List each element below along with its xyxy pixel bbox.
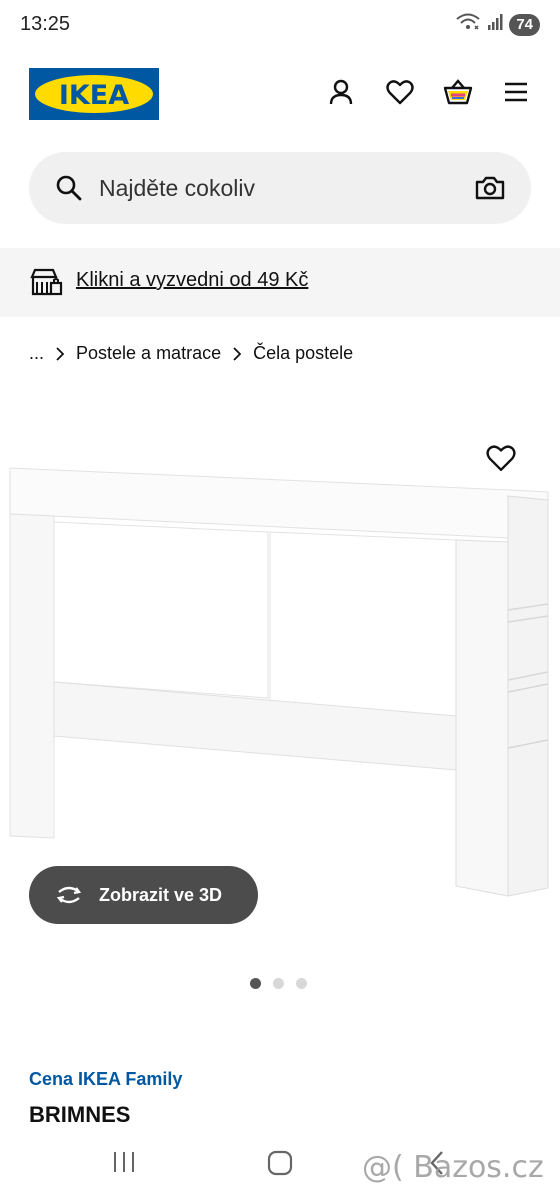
product-image[interactable]: [0, 440, 560, 910]
breadcrumb-ellipsis[interactable]: ...: [29, 343, 44, 364]
basket-icon[interactable]: [442, 76, 474, 108]
status-icons: 74: [455, 12, 540, 37]
search-bar[interactable]: [29, 152, 531, 224]
battery-badge: 74: [509, 13, 540, 36]
camera-icon[interactable]: [475, 175, 505, 206]
carousel-dot-1[interactable]: [250, 978, 261, 989]
ikea-logo[interactable]: IKEA: [29, 68, 159, 120]
rotate-3d-icon: [53, 884, 85, 906]
carousel-dot-3[interactable]: [296, 978, 307, 989]
store-pickup-icon: [29, 267, 63, 302]
product-name: BRIMNES: [29, 1102, 131, 1127]
breadcrumb-item-headboards[interactable]: Čela postele: [253, 343, 353, 364]
wifi-icon: [455, 12, 481, 37]
menu-icon[interactable]: [500, 76, 532, 108]
watermark: @( Bazos.cz: [362, 1150, 544, 1185]
search-icon[interactable]: [55, 174, 83, 207]
breadcrumb: ... Postele a matrace Čela postele: [29, 343, 353, 364]
signal-icon: [487, 13, 503, 36]
heart-icon[interactable]: [384, 76, 416, 108]
search-input[interactable]: [99, 152, 459, 224]
view-3d-button[interactable]: Zobrazit ve 3D: [29, 866, 258, 924]
family-price-label: Cena IKEA Family: [29, 1069, 183, 1089]
carousel-dots: [250, 978, 307, 989]
chevron-right-icon: [233, 346, 242, 361]
promo-banner: Klikni a vyzvedni od 49 Kč: [0, 248, 560, 317]
home-icon[interactable]: [267, 1150, 293, 1181]
site-header: IKEA: [0, 58, 560, 128]
carousel-dot-2[interactable]: [273, 978, 284, 989]
favourite-heart-icon[interactable]: [486, 444, 516, 477]
user-icon[interactable]: [325, 76, 357, 108]
status-time: 13:25: [20, 13, 71, 35]
status-bar: 13:25 74: [0, 0, 560, 50]
recent-apps-icon[interactable]: [112, 1150, 136, 1179]
view-3d-label: Zobrazit ve 3D: [99, 884, 223, 905]
click-collect-link[interactable]: Klikni a vyzvedni od 49 Kč: [76, 269, 308, 292]
chevron-right-icon: [56, 346, 65, 361]
breadcrumb-item-beds[interactable]: Postele a matrace: [76, 343, 221, 364]
logo-text: IKEA: [58, 80, 130, 111]
